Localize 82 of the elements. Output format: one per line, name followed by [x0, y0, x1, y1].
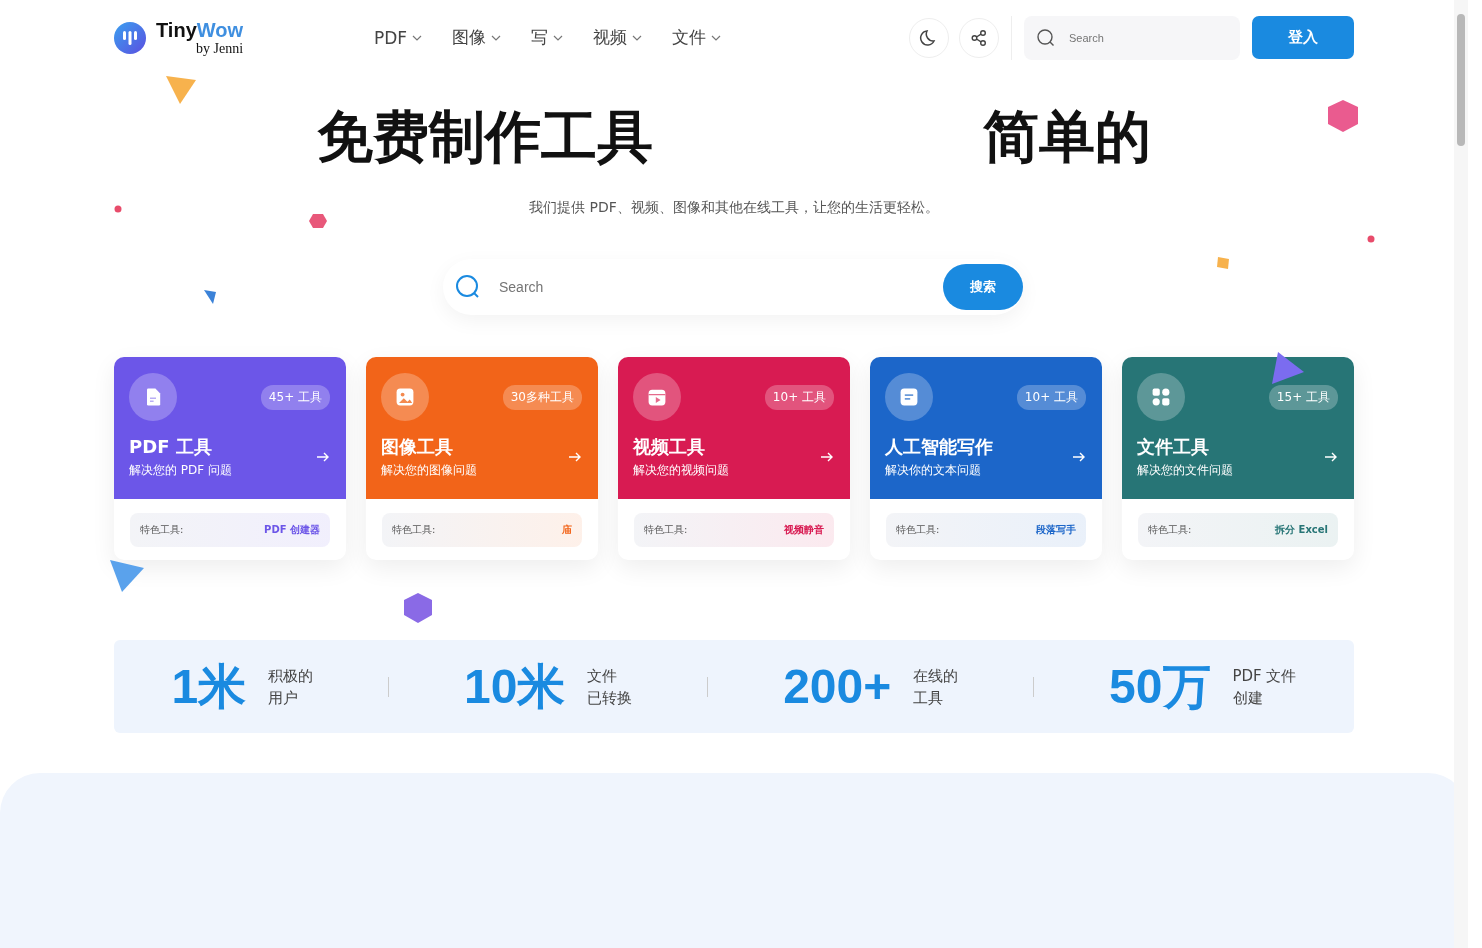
cube-confetti: [1328, 100, 1358, 132]
card-title: 文件工具: [1137, 435, 1210, 459]
stat-label: 文件: [587, 665, 619, 687]
stat-label: 用户: [268, 687, 300, 709]
category-card[interactable]: 15+ 工具 文件工具 解决您的文件问题 特色工具: 拆分 Excel: [1122, 357, 1354, 560]
dark-mode-button[interactable]: [909, 17, 949, 58]
stat-label: 工具: [913, 687, 945, 709]
tool-count-badge: 10+ 工具: [1016, 384, 1086, 410]
featured-label: 特色工具:: [392, 522, 436, 537]
featured-label: 特色工具:: [644, 522, 688, 537]
stat-label: PDF 文件: [1232, 665, 1297, 687]
logo-icon[interactable]: [114, 21, 146, 54]
stat-label: 已转换: [587, 687, 633, 709]
featured-label: 特色工具:: [896, 522, 940, 537]
featured-tool-link[interactable]: 拆分 Excel: [1275, 522, 1328, 537]
arrow-icon: [316, 451, 330, 463]
caret-icon: [632, 34, 643, 41]
dot-confetti: [1367, 235, 1375, 243]
nav-menu[interactable]: 视频: [593, 26, 643, 49]
caret-icon: [491, 34, 502, 41]
share-button[interactable]: [959, 17, 999, 58]
logo-byline: by Jenni: [196, 41, 244, 56]
triangle-confetti: [204, 290, 216, 304]
hero-subtitle: 我们提供 PDF、视频、图像和其他在线工具，让您的生活更轻松。: [529, 199, 939, 217]
caret-icon: [412, 34, 423, 41]
featured-label: 特色工具:: [1148, 522, 1192, 537]
share-icon: [969, 27, 989, 48]
search-icon: [455, 274, 481, 300]
caret-icon: [553, 34, 564, 41]
stat-label: 创建: [1232, 687, 1264, 709]
featured-tool-link[interactable]: 段落写手: [1036, 522, 1076, 537]
tool-count-badge: 30多种工具: [502, 384, 582, 410]
card-subtitle: 解决您的 PDF 问题: [129, 462, 232, 479]
stat-label: 在线的: [913, 665, 959, 687]
search-icon: [1036, 27, 1056, 48]
dot-confetti: [114, 205, 122, 213]
nav-menu[interactable]: PDF: [374, 27, 423, 48]
card-title: PDF 工具: [129, 435, 213, 459]
stat-value: 10米: [463, 658, 566, 715]
scrollbar[interactable]: [1454, 0, 1468, 948]
nav-menu[interactable]: 文件: [672, 26, 722, 49]
featured-tool-link[interactable]: 视频静音: [784, 522, 824, 537]
card-subtitle: 解决你的文本问题: [885, 462, 982, 479]
stat-value: 1米: [171, 658, 247, 715]
login-button[interactable]: 登入: [1252, 16, 1354, 59]
nav-menu[interactable]: 图像: [452, 26, 502, 49]
arrow-icon: [1072, 451, 1086, 463]
arrow-icon: [1324, 451, 1338, 463]
triangle-confetti: [1272, 352, 1304, 384]
search-button[interactable]: 搜索: [943, 264, 1023, 310]
cube-confetti: [404, 593, 432, 623]
card-title: 视频工具: [633, 435, 706, 459]
card-title: 图像工具: [381, 435, 454, 459]
card-title: 人工智能写作: [885, 435, 993, 459]
tool-count-badge: 45+ 工具: [260, 384, 330, 410]
header-search-field[interactable]: Search: [1024, 15, 1240, 60]
logo-wordmark[interactable]: TinyWow: [156, 19, 244, 40]
search-field[interactable]: Search: [443, 259, 943, 315]
square-confetti: [1216, 256, 1230, 270]
stat-label: 积极的: [268, 665, 314, 687]
card-subtitle: 解决您的视频问题: [633, 462, 729, 479]
featured-tool-link[interactable]: PDF 创建器: [264, 522, 320, 537]
triangle-confetti: [110, 560, 144, 592]
category-card[interactable]: 45+ 工具 PDF 工具 解决您的 PDF 问题 特色工具: PDF 创建器: [114, 357, 346, 560]
tool-count-badge: 10+ 工具: [764, 384, 834, 410]
caret-icon: [711, 34, 722, 41]
category-card[interactable]: 30多种工具 图像工具 解决您的图像问题 特色工具: 庙: [366, 357, 598, 560]
card-subtitle: 解决您的文件问题: [1137, 462, 1233, 479]
card-subtitle: 解决您的图像问题: [381, 462, 477, 479]
tool-count-badge: 15+ 工具: [1268, 384, 1338, 410]
gem-confetti: [309, 214, 327, 228]
hero-title: 免费制作工具: [317, 103, 653, 171]
stat-value: 200+: [783, 659, 892, 714]
arrow-icon: [568, 451, 582, 463]
triangle-confetti: [166, 76, 196, 104]
category-card[interactable]: 10+ 工具 人工智能写作 解决你的文本问题 特色工具: 段落写手: [870, 357, 1102, 560]
arrow-icon: [820, 451, 834, 463]
nav-menu[interactable]: 写: [531, 26, 564, 49]
stat-value: 50万: [1109, 658, 1211, 715]
category-card[interactable]: 10+ 工具 视频工具 解决您的视频问题 特色工具: 视频静音: [618, 357, 850, 560]
hero-title: 简单的: [983, 103, 1151, 171]
featured-label: 特色工具:: [140, 522, 184, 537]
